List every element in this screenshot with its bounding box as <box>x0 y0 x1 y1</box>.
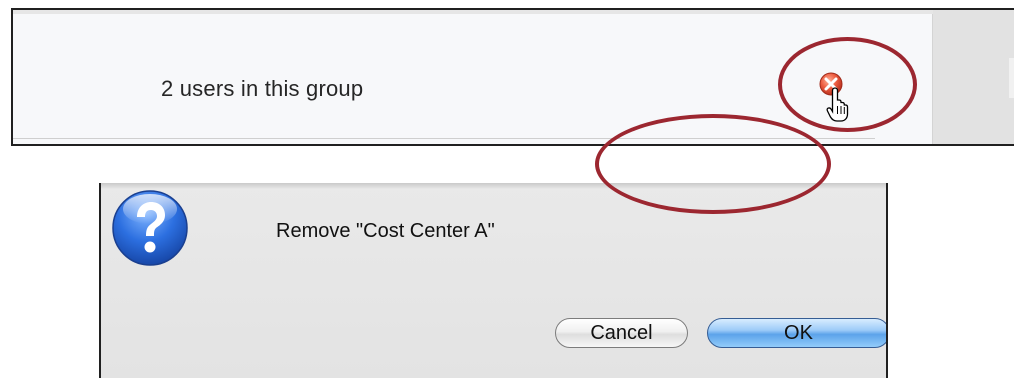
user-count-label: 2 users in this group <box>161 76 364 101</box>
confirm-remove-dialog: Remove "Cost Center A" Cancel OK <box>99 183 888 378</box>
scrollbar-edge[interactable] <box>1009 58 1014 98</box>
remove-circle-icon <box>819 72 849 122</box>
cancel-button[interactable]: Cancel <box>555 318 688 348</box>
dialog-top-edge <box>101 183 886 189</box>
ok-button[interactable]: OK <box>707 318 886 348</box>
group-row[interactable]: 2 users in this group <box>13 14 933 144</box>
row-divider <box>13 138 875 139</box>
remove-group-button[interactable] <box>816 70 856 132</box>
dialog-message: Remove "Cost Center A" <box>276 220 495 242</box>
group-panel: 2 users in this group <box>11 8 1014 146</box>
question-mark-icon <box>111 189 189 267</box>
right-scroll-area <box>933 10 1014 144</box>
screenshot-stage: 2 users in this group Remove "Cost Cente… <box>0 0 1014 378</box>
